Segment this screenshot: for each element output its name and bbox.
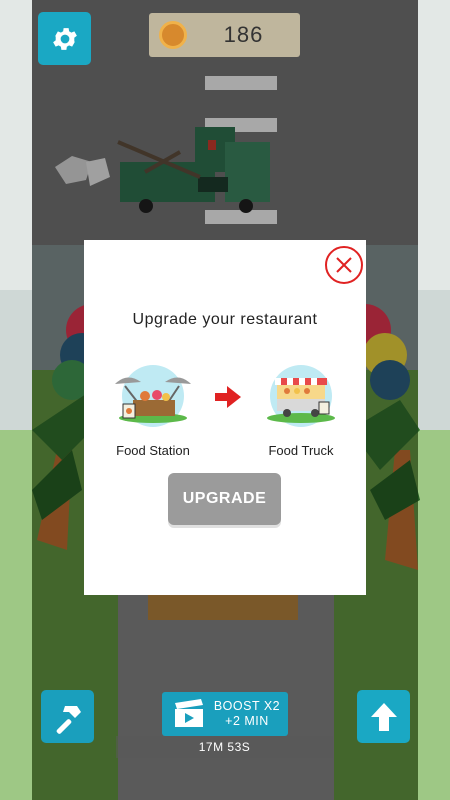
coin-counter: 186 bbox=[149, 13, 300, 57]
arrow-up-icon bbox=[370, 702, 397, 731]
settings-button[interactable] bbox=[38, 12, 91, 65]
boost-button[interactable]: BOOST X2 +2 MIN bbox=[162, 692, 288, 736]
close-button[interactable] bbox=[325, 246, 363, 284]
close-icon bbox=[336, 257, 352, 273]
hammer-icon bbox=[56, 705, 81, 734]
gear-icon bbox=[52, 27, 77, 50]
from-label: Food Station bbox=[116, 443, 190, 458]
upgrade-dialog: Upgrade your restaurant Food Station Foo… bbox=[84, 240, 366, 595]
next-restaurant: Food Truck bbox=[246, 360, 356, 458]
video-clapper-icon bbox=[175, 699, 203, 727]
boost-duration: +2 MIN bbox=[225, 714, 269, 728]
right-edge-scenery bbox=[418, 0, 450, 800]
arrow-right-icon bbox=[215, 386, 241, 408]
food-station-illustration bbox=[115, 365, 191, 427]
left-edge-scenery bbox=[0, 0, 32, 800]
coin-count: 186 bbox=[223, 22, 264, 47]
to-label: Food Truck bbox=[268, 443, 334, 458]
food-truck-illustration bbox=[267, 365, 335, 427]
boost-multiplier: BOOST X2 bbox=[213, 699, 281, 713]
current-restaurant: Food Station bbox=[98, 360, 208, 458]
build-button[interactable] bbox=[41, 690, 94, 743]
upgrade-button[interactable]: UPGRADE bbox=[168, 473, 281, 525]
coin-icon bbox=[159, 21, 187, 49]
dialog-title: Upgrade your restaurant bbox=[132, 311, 318, 328]
boost-timer: 17M 53S bbox=[116, 736, 333, 758]
upgrade-arrow-button[interactable] bbox=[357, 690, 410, 743]
